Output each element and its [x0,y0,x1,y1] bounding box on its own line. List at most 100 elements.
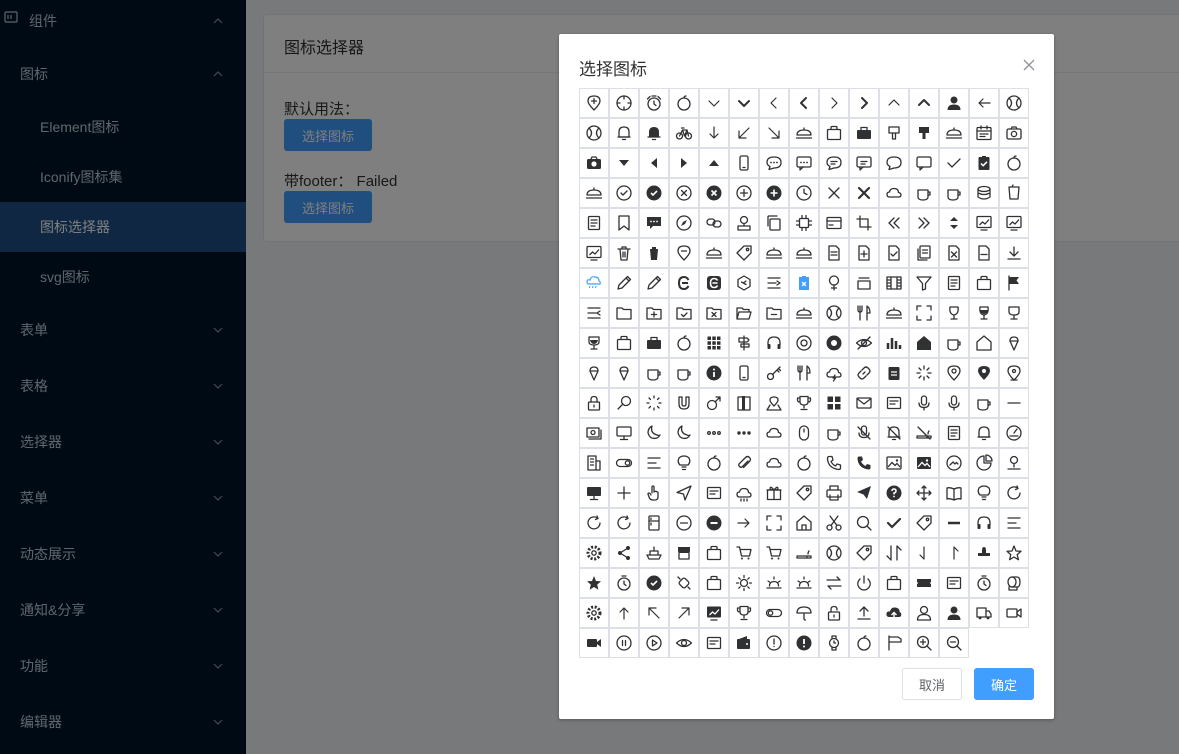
icon-option[interactable] [909,628,939,658]
icon-option[interactable] [639,358,669,388]
icon-option[interactable] [999,478,1029,508]
icon-option[interactable] [729,568,759,598]
icon-option[interactable] [969,88,999,118]
icon-option[interactable] [849,268,879,298]
icon-option[interactable] [669,538,699,568]
icon-option[interactable] [609,178,639,208]
icon-option[interactable] [759,268,789,298]
icon-option[interactable] [999,298,1029,328]
icon-option[interactable] [909,208,939,238]
icon-option[interactable] [729,238,759,268]
icon-option[interactable] [909,448,939,478]
icon-option[interactable] [909,418,939,448]
icon-option[interactable] [579,418,609,448]
icon-option[interactable] [639,88,669,118]
icon-option[interactable] [849,478,879,508]
icon-option[interactable] [639,418,669,448]
icon-option[interactable] [939,238,969,268]
icon-option[interactable] [819,418,849,448]
icon-option[interactable] [849,418,879,448]
icon-option[interactable] [609,118,639,148]
icon-option[interactable] [939,88,969,118]
icon-option[interactable] [879,88,909,118]
icon-option[interactable] [759,538,789,568]
icon-option[interactable] [819,178,849,208]
icon-option[interactable] [849,508,879,538]
icon-option[interactable] [819,598,849,628]
icon-option[interactable] [789,508,819,538]
icon-option[interactable] [759,298,789,328]
icon-option[interactable] [639,148,669,178]
icon-option[interactable] [579,208,609,238]
icon-option[interactable] [819,88,849,118]
icon-option[interactable] [609,238,639,268]
icon-option[interactable] [579,388,609,418]
icon-option[interactable] [699,508,729,538]
icon-option[interactable] [579,478,609,508]
icon-option[interactable] [819,268,849,298]
icon-option[interactable] [999,358,1029,388]
icon-option[interactable] [939,178,969,208]
icon-option[interactable] [579,598,609,628]
icon-option[interactable] [879,208,909,238]
icon-option[interactable] [849,598,879,628]
icon-option[interactable] [909,298,939,328]
icon-option[interactable] [879,418,909,448]
icon-option[interactable] [969,508,999,538]
icon-option[interactable] [579,328,609,358]
icon-option[interactable] [759,598,789,628]
icon-option[interactable] [819,238,849,268]
icon-option[interactable] [639,208,669,238]
icon-option[interactable] [909,508,939,538]
icon-option[interactable] [639,238,669,268]
icon-option[interactable] [969,148,999,178]
icon-option[interactable] [969,328,999,358]
icon-option[interactable] [879,388,909,418]
icon-option[interactable] [699,568,729,598]
icon-option[interactable] [729,148,759,178]
icon-option[interactable] [699,418,729,448]
icon-option[interactable] [999,418,1029,448]
icon-option[interactable] [999,508,1029,538]
icon-option[interactable] [879,448,909,478]
icon-option[interactable] [819,568,849,598]
icon-option[interactable] [789,208,819,238]
icon-option[interactable] [669,208,699,238]
icon-option[interactable] [729,118,759,148]
icon-option[interactable] [939,328,969,358]
icon-option[interactable] [789,298,819,328]
icon-option[interactable] [819,118,849,148]
icon-option[interactable] [639,538,669,568]
icon-option[interactable] [819,448,849,478]
icon-option[interactable] [699,628,729,658]
icon-option[interactable] [879,328,909,358]
icon-option[interactable] [639,178,669,208]
icon-option[interactable] [699,148,729,178]
icon-option[interactable] [759,568,789,598]
icon-option[interactable] [669,598,699,628]
icon-option[interactable] [819,508,849,538]
icon-option[interactable] [669,118,699,148]
icon-option[interactable] [939,508,969,538]
icon-option[interactable] [849,148,879,178]
icon-option[interactable] [849,178,879,208]
icon-option[interactable] [669,388,699,418]
icon-option[interactable] [909,388,939,418]
icon-option[interactable] [969,388,999,418]
icon-option[interactable] [579,118,609,148]
icon-option[interactable] [579,238,609,268]
icon-option[interactable] [669,328,699,358]
icon-option[interactable] [999,208,1029,238]
icon-option[interactable] [789,448,819,478]
icon-option[interactable] [909,238,939,268]
icon-option[interactable] [729,208,759,238]
icon-option[interactable] [609,418,639,448]
icon-option[interactable] [609,268,639,298]
icon-option[interactable] [999,88,1029,118]
icon-option[interactable] [669,88,699,118]
icon-option[interactable] [639,268,669,298]
icon-option[interactable] [609,598,639,628]
icon-option[interactable] [639,568,669,598]
icon-option[interactable] [849,628,879,658]
icon-option[interactable] [939,208,969,238]
